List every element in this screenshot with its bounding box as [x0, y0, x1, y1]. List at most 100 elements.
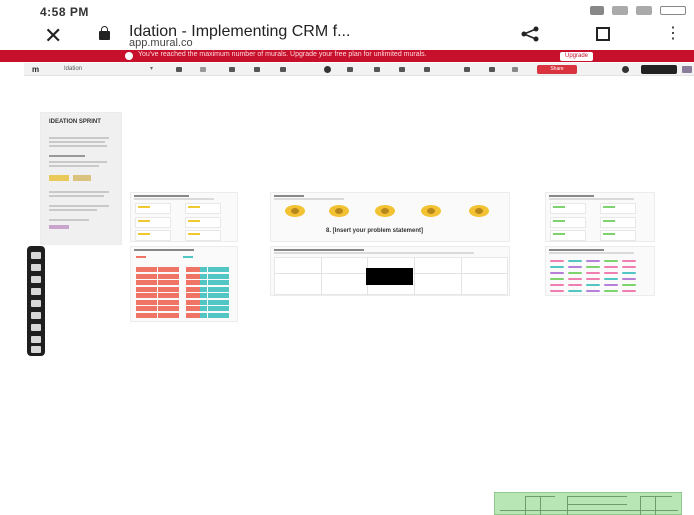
- timer-icon[interactable]: [254, 67, 260, 72]
- grid-cell[interactable]: [172, 286, 179, 292]
- grid-cell[interactable]: [215, 312, 222, 318]
- grid-cell[interactable]: [143, 299, 150, 305]
- grid-cell[interactable]: [222, 286, 229, 292]
- tag-chip[interactable]: [586, 272, 600, 274]
- grid-cell[interactable]: [136, 280, 143, 285]
- grid-cell[interactable]: [186, 299, 193, 305]
- grid-cell[interactable]: [193, 280, 200, 285]
- sticky-note[interactable]: [135, 217, 171, 228]
- grid-cell[interactable]: [150, 273, 157, 279]
- grid-cell[interactable]: [158, 312, 165, 318]
- grid-cell[interactable]: [193, 286, 200, 292]
- grid-cell[interactable]: [165, 293, 172, 298]
- tag-chip[interactable]: [586, 260, 600, 262]
- grid-cell[interactable]: [150, 299, 157, 305]
- pen-tool-icon[interactable]: [31, 288, 41, 295]
- persona-image[interactable]: [421, 205, 441, 217]
- close-icon[interactable]: ✕: [44, 25, 62, 47]
- grid-cell[interactable]: [158, 267, 165, 272]
- grid-cell[interactable]: [143, 280, 150, 285]
- grid-cell[interactable]: [186, 312, 193, 318]
- sticky-note[interactable]: [600, 217, 636, 228]
- grid-cell[interactable]: [158, 299, 165, 305]
- grid-cell[interactable]: [165, 286, 172, 292]
- grid-cell[interactable]: [200, 293, 207, 298]
- grid-cell[interactable]: [172, 299, 179, 305]
- grid-cell[interactable]: [200, 267, 207, 272]
- sticky-note[interactable]: [550, 203, 586, 214]
- sticky-note[interactable]: [550, 230, 586, 241]
- grid-cell[interactable]: [208, 267, 215, 272]
- grid-cell[interactable]: [150, 306, 157, 311]
- text-tool-icon[interactable]: [31, 264, 41, 271]
- grid-cell[interactable]: [158, 280, 165, 285]
- sticky-note[interactable]: [550, 217, 586, 228]
- grid-cell[interactable]: [165, 267, 172, 272]
- grid-cell[interactable]: [222, 280, 229, 285]
- table-tool-icon[interactable]: [31, 336, 41, 343]
- grid-cell[interactable]: [165, 280, 172, 285]
- grid-tool-icon[interactable]: [31, 324, 41, 331]
- tag-chip[interactable]: [622, 278, 636, 280]
- present-icon[interactable]: [229, 67, 235, 72]
- grid-cell[interactable]: [136, 312, 143, 318]
- minimap[interactable]: [494, 492, 682, 515]
- tag-chip[interactable]: [604, 272, 618, 274]
- tag-chip[interactable]: [586, 284, 600, 286]
- grid-cell[interactable]: [158, 306, 165, 311]
- tag-chip[interactable]: [568, 266, 582, 268]
- image-placeholder[interactable]: [366, 268, 413, 285]
- problem-statement[interactable]: 8. [Insert your problem statement]: [326, 228, 423, 234]
- tag-chip[interactable]: [550, 284, 564, 286]
- sticky-note[interactable]: [135, 230, 171, 241]
- grid-cell[interactable]: [215, 306, 222, 311]
- grid-cell[interactable]: [200, 273, 207, 279]
- grid-cell[interactable]: [200, 312, 207, 318]
- section-context[interactable]: [130, 192, 238, 242]
- collaborators-button[interactable]: [641, 65, 677, 74]
- grid-cell[interactable]: [215, 299, 222, 305]
- grid-cell[interactable]: [165, 299, 172, 305]
- grid-cell[interactable]: [186, 293, 193, 298]
- grid-cell[interactable]: [200, 299, 207, 305]
- tag-chip[interactable]: [568, 278, 582, 280]
- avatar[interactable]: [682, 66, 692, 73]
- grid-cell[interactable]: [193, 267, 200, 272]
- grid-cell[interactable]: [143, 273, 150, 279]
- grid-cell[interactable]: [136, 293, 143, 298]
- grid-cell[interactable]: [200, 280, 207, 285]
- bookmark-icon[interactable]: [596, 27, 610, 41]
- grid-cell[interactable]: [215, 293, 222, 298]
- grid-cell[interactable]: [222, 306, 229, 311]
- share-button[interactable]: Share: [537, 65, 577, 74]
- grid-cell[interactable]: [150, 286, 157, 292]
- tag-chip[interactable]: [568, 260, 582, 262]
- share-icon[interactable]: [520, 26, 540, 42]
- grid-cell[interactable]: [186, 273, 193, 279]
- grid-cell[interactable]: [222, 273, 229, 279]
- grid-cell[interactable]: [150, 280, 157, 285]
- tag-chip[interactable]: [568, 284, 582, 286]
- text-icon[interactable]: [347, 67, 353, 72]
- persona-image[interactable]: [329, 205, 349, 217]
- grid-cell[interactable]: [222, 293, 229, 298]
- grid-cell[interactable]: [150, 267, 157, 272]
- grid-cell[interactable]: [215, 280, 222, 285]
- sticky-note[interactable]: [185, 230, 221, 241]
- grid-cell[interactable]: [186, 267, 193, 272]
- grid-cell[interactable]: [193, 312, 200, 318]
- tag-chip[interactable]: [586, 266, 600, 268]
- mural-logo[interactable]: m: [32, 65, 39, 74]
- grid-cell[interactable]: [200, 306, 207, 311]
- tag-chip[interactable]: [604, 260, 618, 262]
- tag-chip[interactable]: [550, 260, 564, 262]
- grid-cell[interactable]: [208, 280, 215, 285]
- grid-cell[interactable]: [143, 286, 150, 292]
- persona-image[interactable]: [469, 205, 489, 217]
- sticky-note[interactable]: [600, 230, 636, 241]
- grid-cell[interactable]: [222, 267, 229, 272]
- tag-chip[interactable]: [622, 290, 636, 292]
- grid-cell[interactable]: [200, 286, 207, 292]
- grid-cell[interactable]: [215, 273, 222, 279]
- tag-chip[interactable]: [622, 266, 636, 268]
